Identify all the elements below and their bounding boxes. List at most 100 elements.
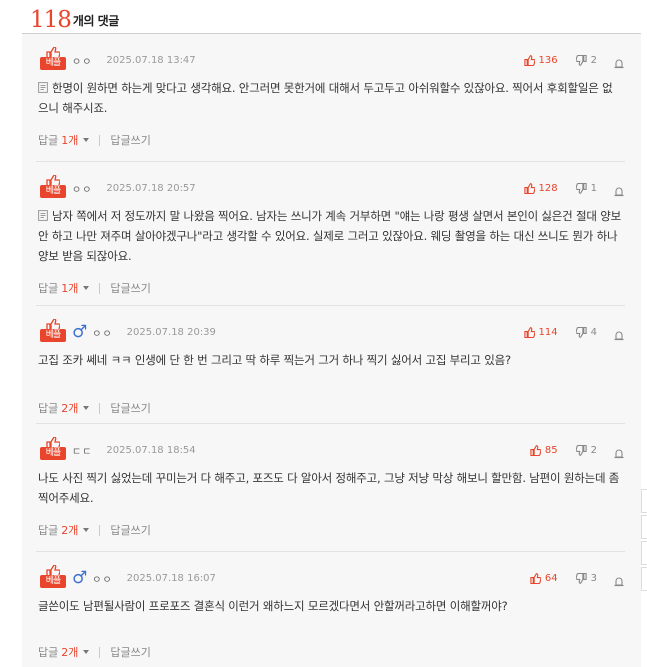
comment-date: 2025.07.18 13:47 <box>106 54 196 66</box>
downvote-button[interactable]: 2 <box>575 54 597 66</box>
siren-icon <box>613 54 625 73</box>
report-button[interactable] <box>613 444 625 459</box>
report-button[interactable] <box>613 572 625 587</box>
comment-text: 고집 조카 쎄네 ㅋㅋ 인생에 단 한 번 그리고 딱 하루 찍는거 그거 하나… <box>38 350 621 370</box>
comment-item: 베플 ㄷㄷ 2025.07.18 18:54 85 2 나도 사진 찍기 싫었는… <box>22 424 641 552</box>
comment-list: 베플 ㅇㅇ 2025.07.18 13:47 136 2 한명이 원하면 하는게… <box>22 34 641 667</box>
upvote-button[interactable]: 136 <box>523 54 558 66</box>
best-badge: 베플 <box>40 562 66 588</box>
comment-body: 나도 사진 찍기 싫었는데 꾸미는거 다 해주고, 포즈도 다 알아서 정해주고… <box>38 471 620 505</box>
reply-label: 답글 <box>38 524 59 537</box>
upvote-button[interactable]: 64 <box>530 573 558 584</box>
male-icon: ♂ <box>72 568 88 588</box>
upvote-count: 85 <box>544 444 558 456</box>
thumbs-up-icon <box>46 562 61 578</box>
side-edge-tabs <box>641 489 647 593</box>
reply-count: 2개 <box>61 524 79 537</box>
author-name[interactable]: ㅇㅇ <box>72 181 92 196</box>
downvote-button[interactable]: 4 <box>575 326 597 338</box>
downvote-button[interactable]: 2 <box>575 444 597 456</box>
chevron-down-icon <box>83 650 90 654</box>
author-area: ㅇㅇ 2025.07.18 20:57 <box>72 180 196 196</box>
comment-item: 베플 ㅇㅇ 2025.07.18 20:57 128 1 남자 쪽에서 저 정도… <box>22 162 641 306</box>
comment-meta: 베플 ♂ ㅇㅇ 2025.07.18 20:39 114 4 <box>40 316 625 342</box>
side-tab[interactable] <box>641 515 647 539</box>
siren-icon <box>613 572 625 591</box>
report-button[interactable] <box>613 326 625 341</box>
report-button[interactable] <box>613 182 625 197</box>
comment-meta: 베플 ♂ ㅇㅇ 2025.07.18 16:07 64 3 <box>40 562 625 588</box>
upvote-count: 136 <box>538 54 558 66</box>
comment-content: 베플 ♂ ㅇㅇ 2025.07.18 16:07 64 3 글쓴이도 남편될사람… <box>36 552 625 667</box>
comment-meta: 베플 ㅇㅇ 2025.07.18 13:47 136 2 <box>40 44 625 70</box>
reply-toggle[interactable]: 답글 2개 <box>38 644 90 660</box>
thumbs-up-icon <box>523 54 536 66</box>
side-tab[interactable] <box>641 489 647 513</box>
best-badge: 베플 <box>40 44 66 70</box>
author-area: ♂ ㅇㅇ 2025.07.18 20:39 <box>72 324 216 341</box>
vote-area: 64 3 <box>530 570 625 587</box>
write-reply-button[interactable]: 답글쓰기 <box>110 132 150 148</box>
write-reply-button[interactable]: 답글쓰기 <box>110 400 150 416</box>
author-name[interactable]: ㄷㄷ <box>72 443 92 458</box>
chevron-down-icon <box>83 528 90 532</box>
reply-count: 2개 <box>61 646 79 659</box>
author-name[interactable]: ㅇㅇ <box>72 53 92 68</box>
comment-content: 베플 ㅇㅇ 2025.07.18 20:57 128 1 남자 쪽에서 저 정도… <box>36 162 625 306</box>
comment-meta: 베플 ㄷㄷ 2025.07.18 18:54 85 2 <box>40 434 625 460</box>
reply-label: 답글 <box>38 134 59 147</box>
upvote-button[interactable]: 114 <box>523 326 558 338</box>
thumbs-up-icon <box>46 44 61 60</box>
comment-count-header: 118 개의 댓글 <box>30 0 119 34</box>
thumbs-down-icon <box>575 182 587 194</box>
comment-text: 남자 쪽에서 저 정도까지 말 나왔음 찍어요. 남자는 쓰니가 계속 거부하면… <box>38 206 621 266</box>
comment-date: 2025.07.18 16:07 <box>126 572 216 584</box>
thumbs-down-icon <box>575 444 587 456</box>
comment-actions: 답글 2개 답글쓰기 <box>38 400 151 416</box>
write-reply-button[interactable]: 답글쓰기 <box>110 280 150 296</box>
divider <box>99 402 101 414</box>
reply-count: 2개 <box>61 402 79 415</box>
upvote-count: 128 <box>538 182 558 194</box>
upvote-count: 114 <box>538 326 558 338</box>
comment-date: 2025.07.18 20:57 <box>106 182 196 194</box>
comment-item: 베플 ㅇㅇ 2025.07.18 13:47 136 2 한명이 원하면 하는게… <box>22 34 641 162</box>
comment-count: 118 <box>30 7 72 33</box>
upvote-button[interactable]: 128 <box>523 182 558 194</box>
reply-toggle[interactable]: 답글 2개 <box>38 522 90 538</box>
document-icon <box>38 79 48 93</box>
comment-body: 고집 조카 쎄네 ㅋㅋ 인생에 단 한 번 그리고 딱 하루 찍는거 그거 하나… <box>38 353 511 367</box>
reply-count: 1개 <box>61 134 79 147</box>
author-area: ♂ ㅇㅇ 2025.07.18 16:07 <box>72 568 216 588</box>
upvote-button[interactable]: 85 <box>530 445 558 456</box>
side-tab[interactable] <box>641 567 647 591</box>
comment-item: 베플 ♂ ㅇㅇ 2025.07.18 20:39 114 4 고집 조카 쎄네 … <box>22 306 641 424</box>
comment-content: 베플 ㄷㄷ 2025.07.18 18:54 85 2 나도 사진 찍기 싫었는… <box>36 424 625 552</box>
reply-label: 답글 <box>38 282 59 295</box>
chevron-down-icon <box>83 406 90 410</box>
comment-actions: 답글 2개 답글쓰기 <box>38 522 151 538</box>
comment-text: 한명이 원하면 하는게 맞다고 생각해요. 안그러면 못한거에 대해서 두고두고… <box>38 78 621 118</box>
reply-toggle[interactable]: 답글 2개 <box>38 400 90 416</box>
reply-toggle[interactable]: 답글 1개 <box>38 132 90 148</box>
best-label: 베플 <box>40 329 66 342</box>
write-reply-button[interactable]: 답글쓰기 <box>110 644 150 660</box>
author-name[interactable]: ㅇㅇ <box>92 571 112 586</box>
author-name[interactable]: ㅇㅇ <box>92 325 112 340</box>
thumbs-up-icon <box>523 326 536 338</box>
divider <box>99 282 101 294</box>
report-button[interactable] <box>613 54 625 69</box>
divider <box>99 134 101 146</box>
side-tab[interactable] <box>641 541 647 565</box>
downvote-button[interactable]: 3 <box>575 572 597 584</box>
vote-area: 114 4 <box>523 324 625 341</box>
thumbs-up-icon <box>530 572 542 584</box>
reply-label: 답글 <box>38 646 59 659</box>
reply-toggle[interactable]: 답글 1개 <box>38 280 90 296</box>
downvote-button[interactable]: 1 <box>575 182 597 194</box>
comment-meta: 베플 ㅇㅇ 2025.07.18 20:57 128 1 <box>40 172 625 198</box>
write-reply-button[interactable]: 답글쓰기 <box>110 522 150 538</box>
document-icon <box>38 207 48 221</box>
siren-icon <box>613 182 625 201</box>
downvote-count: 4 <box>590 326 597 338</box>
